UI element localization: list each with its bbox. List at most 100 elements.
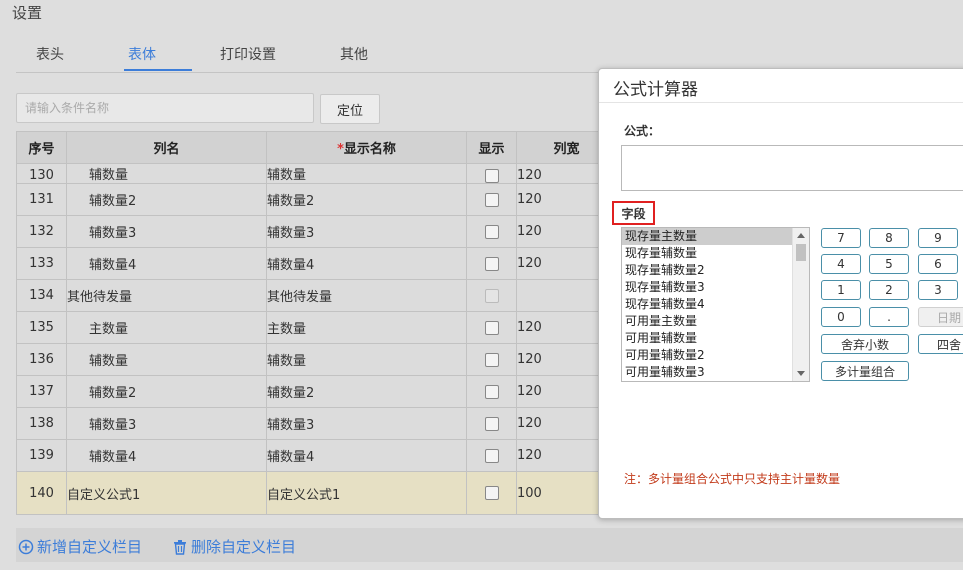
delete-custom-column-button[interactable]: 删除自定义栏目 [172, 536, 296, 557]
row-display-name[interactable]: 辅数量3 [266, 407, 467, 440]
table-row[interactable]: 137 辅数量2 辅数量2 120 [16, 375, 617, 408]
add-custom-column-label: 新增自定义栏目 [37, 538, 143, 556]
row-name: 辅数量 [66, 343, 267, 376]
tab-body[interactable]: 表体 [128, 44, 156, 64]
multi-unit-combination-button[interactable]: 多计量组合 [821, 361, 909, 381]
table-row[interactable]: 136 辅数量 辅数量 120 [16, 343, 617, 376]
field-list-item[interactable]: 现存量辅数量3 [622, 279, 795, 296]
row-seq: 135 [16, 311, 67, 344]
key-5-button[interactable]: 5 [869, 254, 909, 274]
row-name: 辅数量2 [66, 183, 267, 216]
field-list-item[interactable]: 现存量辅数量4 [622, 296, 795, 313]
row-show-cell [466, 407, 517, 440]
key-6-button[interactable]: 6 [918, 254, 958, 274]
table-row[interactable]: 130 辅数量 辅数量 120 [16, 163, 617, 184]
table-row[interactable]: 138 辅数量3 辅数量3 120 [16, 407, 617, 440]
tab-other[interactable]: 其他 [340, 44, 368, 64]
row-display-name[interactable]: 主数量 [266, 311, 467, 344]
row-seq: 137 [16, 375, 67, 408]
header-show: 显示 [466, 131, 517, 164]
row-seq: 136 [16, 343, 67, 376]
row-display-name[interactable]: 辅数量4 [266, 439, 467, 472]
search-input[interactable] [16, 93, 314, 123]
show-checkbox[interactable] [484, 486, 499, 500]
row-display-name[interactable]: 辅数量2 [266, 375, 467, 408]
column-settings-table: 序号 列名 *显示名称 显示 列宽 130 辅数量 辅数量 120 131 辅数… [16, 131, 617, 515]
table-row[interactable]: 131 辅数量2 辅数量2 120 [16, 183, 617, 216]
field-list[interactable]: 现存量主数量 现存量辅数量 现存量辅数量2 现存量辅数量3 现存量辅数量4 可用… [621, 227, 810, 382]
field-list-item[interactable]: 现存量辅数量2 [622, 262, 795, 279]
show-checkbox[interactable] [484, 256, 499, 271]
row-display-name[interactable]: 辅数量4 [266, 247, 467, 280]
show-checkbox[interactable] [484, 448, 499, 463]
table-row[interactable]: 133 辅数量4 辅数量4 120 [16, 247, 617, 280]
row-display-name[interactable]: 辅数量3 [266, 215, 467, 248]
table-row[interactable]: 134 其他待发量 其他待发量 [16, 279, 617, 312]
table-row[interactable]: 132 辅数量3 辅数量3 120 [16, 215, 617, 248]
row-show-cell [466, 247, 517, 280]
row-seq: 132 [16, 215, 67, 248]
locate-button[interactable]: 定位 [320, 94, 380, 124]
key-3-button[interactable]: 3 [918, 280, 958, 300]
key-1-button[interactable]: 1 [821, 280, 861, 300]
key-2-button[interactable]: 2 [869, 280, 909, 300]
row-show-cell [466, 311, 517, 344]
show-checkbox[interactable] [484, 224, 499, 239]
formula-input[interactable] [621, 145, 963, 191]
show-checkbox[interactable] [484, 384, 499, 399]
footer-bar: 新增自定义栏目 删除自定义栏目 [16, 528, 963, 562]
table-row[interactable]: 139 辅数量4 辅数量4 120 [16, 439, 617, 472]
row-display-name[interactable]: 自定义公式1 [266, 471, 467, 515]
table-header-row: 序号 列名 *显示名称 显示 列宽 [16, 131, 617, 164]
row-display-name[interactable]: 其他待发量 [266, 279, 467, 312]
row-name: 辅数量3 [66, 407, 267, 440]
required-mark: * [337, 142, 344, 157]
tab-print-settings[interactable]: 打印设置 [220, 44, 276, 64]
row-show-cell [466, 471, 517, 515]
page-title: 设置 [12, 4, 43, 22]
add-custom-column-button[interactable]: 新增自定义栏目 [18, 536, 142, 557]
key-4-button[interactable]: 4 [821, 254, 861, 274]
show-checkbox[interactable] [484, 168, 499, 183]
tab-header[interactable]: 表头 [36, 44, 64, 64]
active-tab-indicator [124, 69, 192, 71]
scroll-up-arrow-icon[interactable] [797, 233, 805, 238]
row-seq: 138 [16, 407, 67, 440]
key-7-button[interactable]: 7 [821, 228, 861, 248]
dialog-title: 公式计算器 [613, 80, 698, 100]
row-display-name[interactable]: 辅数量2 [266, 183, 467, 216]
row-seq: 133 [16, 247, 67, 280]
field-list-item[interactable]: 可用量辅数量2 [622, 347, 795, 364]
truncate-decimal-button[interactable]: 舍弃小数 [821, 334, 909, 354]
field-list-scrollbar[interactable] [792, 228, 809, 381]
row-show-cell [466, 375, 517, 408]
row-seq: 134 [16, 279, 67, 312]
field-list-item[interactable]: 可用量主数量 [622, 313, 795, 330]
key-0-button[interactable]: 0 [821, 307, 861, 327]
row-seq: 139 [16, 439, 67, 472]
row-name: 辅数量4 [66, 247, 267, 280]
table-row-selected[interactable]: 140 自定义公式1 自定义公式1 100 [16, 471, 617, 515]
dialog-divider [599, 102, 963, 103]
delete-custom-column-label: 删除自定义栏目 [191, 538, 297, 556]
key-9-button[interactable]: 9 [918, 228, 958, 248]
show-checkbox[interactable] [484, 416, 499, 431]
field-list-item[interactable]: 可用量辅数量3 [622, 364, 795, 381]
row-display-name[interactable]: 辅数量 [266, 163, 467, 184]
round-button[interactable]: 四舍 [918, 334, 963, 354]
field-list-item[interactable]: 现存量辅数量 [622, 245, 795, 262]
row-show-cell [466, 343, 517, 376]
show-checkbox[interactable] [484, 192, 499, 207]
field-list-item-selected[interactable]: 现存量主数量 [622, 228, 795, 245]
scrollbar-thumb[interactable] [796, 244, 806, 261]
key-dot-button[interactable]: . [869, 307, 909, 327]
row-display-name[interactable]: 辅数量 [266, 343, 467, 376]
key-8-button[interactable]: 8 [869, 228, 909, 248]
table-row[interactable]: 135 主数量 主数量 120 [16, 311, 617, 344]
row-seq: 140 [16, 471, 67, 515]
header-display-name: *显示名称 [266, 131, 467, 164]
show-checkbox[interactable] [484, 352, 499, 367]
field-list-item[interactable]: 可用量辅数量 [622, 330, 795, 347]
scroll-down-arrow-icon[interactable] [797, 371, 805, 376]
show-checkbox[interactable] [484, 320, 499, 335]
